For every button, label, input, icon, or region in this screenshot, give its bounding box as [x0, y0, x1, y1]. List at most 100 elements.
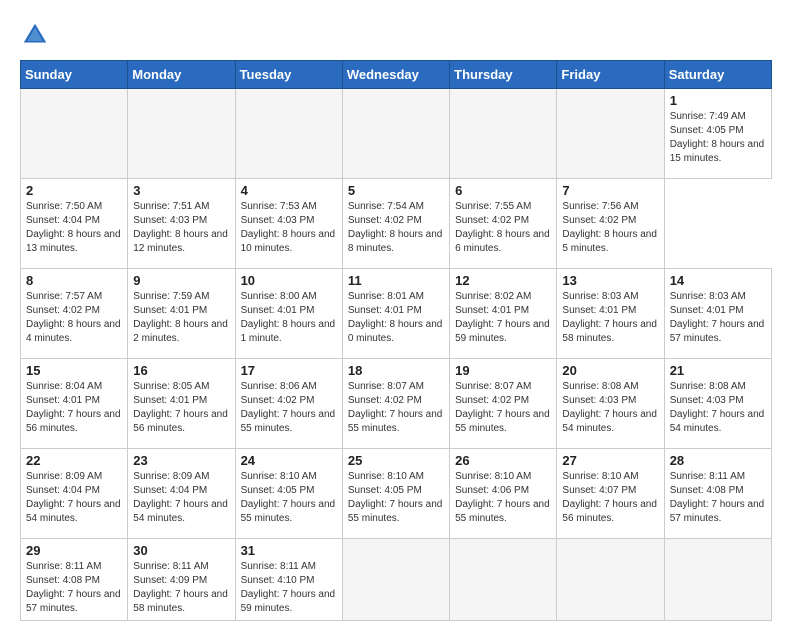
- day-info: Sunrise: 7:54 AMSunset: 4:02 PMDaylight:…: [348, 200, 444, 256]
- day-info: Sunrise: 8:11 AMSunset: 4:08 PMDaylight:…: [26, 560, 122, 616]
- calendar-day-6: 6Sunrise: 7:55 AMSunset: 4:02 PMDaylight…: [450, 179, 557, 269]
- day-info: Sunrise: 7:55 AMSunset: 4:02 PMDaylight:…: [455, 200, 551, 256]
- day-info: Sunrise: 8:03 AMSunset: 4:01 PMDaylight:…: [670, 290, 766, 346]
- calendar-day-16: 16 Sunrise: 8:05 AMSunset: 4:01 PMDayligh…: [128, 359, 235, 449]
- calendar-day-27: 27 Sunrise: 8:10 AMSunset: 4:07 PMDayligh…: [557, 449, 664, 539]
- day-number: 16: [133, 363, 229, 378]
- calendar-table: SundayMondayTuesdayWednesdayThursdayFrid…: [20, 60, 772, 621]
- logo: [20, 20, 54, 50]
- day-info: Sunrise: 8:09 AMSunset: 4:04 PMDaylight:…: [26, 470, 122, 526]
- day-number: 28: [670, 453, 766, 468]
- day-info: Sunrise: 8:10 AMSunset: 4:05 PMDaylight:…: [348, 470, 444, 526]
- empty-cell: [450, 89, 557, 179]
- day-info: Sunrise: 7:50 AMSunset: 4:04 PMDaylight:…: [26, 200, 122, 256]
- calendar-day-21: 21Sunrise: 8:08 AMSunset: 4:03 PMDayligh…: [664, 359, 771, 449]
- day-number: 29: [26, 543, 122, 558]
- calendar-week-2: 8 Sunrise: 7:57 AMSunset: 4:02 PMDaylight…: [21, 269, 772, 359]
- calendar-day-4: 4 Sunrise: 7:53 AMSunset: 4:03 PMDaylight…: [235, 179, 342, 269]
- day-info: Sunrise: 8:11 AMSunset: 4:09 PMDaylight:…: [133, 560, 229, 616]
- calendar-day-7: 7 Sunrise: 7:56 AMSunset: 4:02 PMDaylight…: [557, 179, 664, 269]
- day-info: Sunrise: 7:57 AMSunset: 4:02 PMDaylight:…: [26, 290, 122, 346]
- calendar-day-28: 28 Sunrise: 8:11 AMSunset: 4:08 PMDayligh…: [664, 449, 771, 539]
- empty-cell: [342, 89, 449, 179]
- calendar-day-20: 20 Sunrise: 8:08 AMSunset: 4:03 PMDayligh…: [557, 359, 664, 449]
- day-info: Sunrise: 8:11 AMSunset: 4:08 PMDaylight:…: [670, 470, 766, 526]
- day-number: 21: [670, 363, 766, 378]
- calendar-day-9: 9 Sunrise: 7:59 AMSunset: 4:01 PMDaylight…: [128, 269, 235, 359]
- calendar-day-25: 25 Sunrise: 8:10 AMSunset: 4:05 PMDayligh…: [342, 449, 449, 539]
- col-header-saturday: Saturday: [664, 61, 771, 89]
- calendar-day-23: 23 Sunrise: 8:09 AMSunset: 4:04 PMDayligh…: [128, 449, 235, 539]
- calendar-week-4: 22 Sunrise: 8:09 AMSunset: 4:04 PMDayligh…: [21, 449, 772, 539]
- calendar-day-19: 19 Sunrise: 8:07 AMSunset: 4:02 PMDayligh…: [450, 359, 557, 449]
- calendar-day-3: 3Sunrise: 7:51 AMSunset: 4:03 PMDaylight…: [128, 179, 235, 269]
- col-header-thursday: Thursday: [450, 61, 557, 89]
- calendar-day-5: 5Sunrise: 7:54 AMSunset: 4:02 PMDaylight…: [342, 179, 449, 269]
- day-info: Sunrise: 8:00 AMSunset: 4:01 PMDaylight:…: [241, 290, 337, 346]
- day-info: Sunrise: 8:10 AMSunset: 4:05 PMDaylight:…: [241, 470, 337, 526]
- calendar-day-14: 14Sunrise: 8:03 AMSunset: 4:01 PMDayligh…: [664, 269, 771, 359]
- calendar-day-30: 30Sunrise: 8:11 AMSunset: 4:09 PMDayligh…: [128, 539, 235, 621]
- day-info: Sunrise: 8:05 AMSunset: 4:01 PMDaylight:…: [133, 380, 229, 436]
- day-number: 10: [241, 273, 337, 288]
- day-info: Sunrise: 8:08 AMSunset: 4:03 PMDaylight:…: [562, 380, 658, 436]
- day-number: 22: [26, 453, 122, 468]
- day-info: Sunrise: 7:59 AMSunset: 4:01 PMDaylight:…: [133, 290, 229, 346]
- day-info: Sunrise: 7:53 AMSunset: 4:03 PMDaylight:…: [241, 200, 337, 256]
- day-info: Sunrise: 7:51 AMSunset: 4:03 PMDaylight:…: [133, 200, 229, 256]
- empty-cell: [21, 89, 128, 179]
- day-info: Sunrise: 8:06 AMSunset: 4:02 PMDaylight:…: [241, 380, 337, 436]
- calendar-day-22: 22 Sunrise: 8:09 AMSunset: 4:04 PMDayligh…: [21, 449, 128, 539]
- calendar-day-11: 11 Sunrise: 8:01 AMSunset: 4:01 PMDayligh…: [342, 269, 449, 359]
- calendar-day-24: 24 Sunrise: 8:10 AMSunset: 4:05 PMDayligh…: [235, 449, 342, 539]
- col-header-wednesday: Wednesday: [342, 61, 449, 89]
- day-number: 20: [562, 363, 658, 378]
- empty-cell: [235, 89, 342, 179]
- calendar-day-10: 10 Sunrise: 8:00 AMSunset: 4:01 PMDayligh…: [235, 269, 342, 359]
- day-info: Sunrise: 8:10 AMSunset: 4:07 PMDaylight:…: [562, 470, 658, 526]
- calendar-day-15: 15Sunrise: 8:04 AMSunset: 4:01 PMDayligh…: [21, 359, 128, 449]
- col-header-monday: Monday: [128, 61, 235, 89]
- day-number: 19: [455, 363, 551, 378]
- day-number: 7: [562, 183, 658, 198]
- day-info: Sunrise: 8:03 AMSunset: 4:01 PMDaylight:…: [562, 290, 658, 346]
- day-number: 13: [562, 273, 658, 288]
- day-info: Sunrise: 7:56 AMSunset: 4:02 PMDaylight:…: [562, 200, 658, 256]
- day-number: 18: [348, 363, 444, 378]
- empty-cell: [128, 89, 235, 179]
- day-number: 17: [241, 363, 337, 378]
- col-header-sunday: Sunday: [21, 61, 128, 89]
- calendar-week-1: 2 Sunrise: 7:50 AMSunset: 4:04 PMDaylight…: [21, 179, 772, 269]
- day-number: 23: [133, 453, 229, 468]
- day-info: Sunrise: 8:07 AMSunset: 4:02 PMDaylight:…: [348, 380, 444, 436]
- day-info: Sunrise: 7:49 AMSunset: 4:05 PMDaylight:…: [670, 110, 766, 166]
- day-number: 8: [26, 273, 122, 288]
- day-number: 12: [455, 273, 551, 288]
- day-info: Sunrise: 8:09 AMSunset: 4:04 PMDaylight:…: [133, 470, 229, 526]
- col-header-friday: Friday: [557, 61, 664, 89]
- calendar-day-17: 17 Sunrise: 8:06 AMSunset: 4:02 PMDayligh…: [235, 359, 342, 449]
- empty-cell: [664, 539, 771, 621]
- day-number: 25: [348, 453, 444, 468]
- day-number: 26: [455, 453, 551, 468]
- day-info: Sunrise: 8:11 AMSunset: 4:10 PMDaylight:…: [241, 560, 337, 616]
- day-number: 11: [348, 273, 444, 288]
- day-number: 27: [562, 453, 658, 468]
- day-info: Sunrise: 8:07 AMSunset: 4:02 PMDaylight:…: [455, 380, 551, 436]
- day-number: 9: [133, 273, 229, 288]
- calendar-week-5: 29 Sunrise: 8:11 AMSunset: 4:08 PMDayligh…: [21, 539, 772, 621]
- calendar-week-0: 1Sunrise: 7:49 AMSunset: 4:05 PMDaylight…: [21, 89, 772, 179]
- day-info: Sunrise: 8:10 AMSunset: 4:06 PMDaylight:…: [455, 470, 551, 526]
- day-info: Sunrise: 8:01 AMSunset: 4:01 PMDaylight:…: [348, 290, 444, 346]
- day-number: 4: [241, 183, 337, 198]
- day-number: 2: [26, 183, 122, 198]
- calendar-day-31: 31Sunrise: 8:11 AMSunset: 4:10 PMDayligh…: [235, 539, 342, 621]
- empty-cell: [557, 539, 664, 621]
- calendar-header-row: SundayMondayTuesdayWednesdayThursdayFrid…: [21, 61, 772, 89]
- day-number: 24: [241, 453, 337, 468]
- empty-cell: [342, 539, 449, 621]
- calendar-day-26: 26 Sunrise: 8:10 AMSunset: 4:06 PMDayligh…: [450, 449, 557, 539]
- empty-cell: [450, 539, 557, 621]
- calendar-day-1: 1Sunrise: 7:49 AMSunset: 4:05 PMDaylight…: [664, 89, 771, 179]
- calendar-day-8: 8 Sunrise: 7:57 AMSunset: 4:02 PMDaylight…: [21, 269, 128, 359]
